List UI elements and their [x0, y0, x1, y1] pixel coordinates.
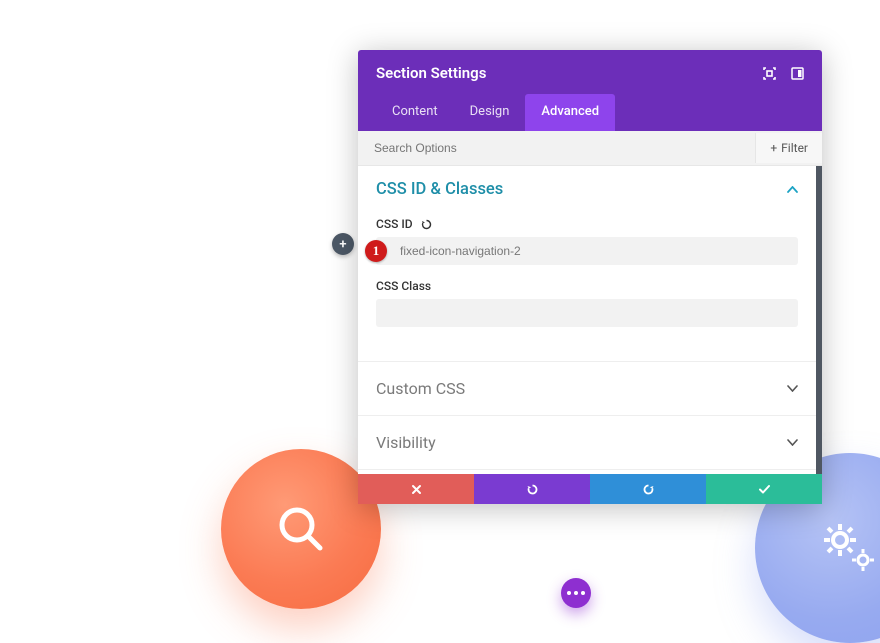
- bg-circle-search: [221, 449, 381, 609]
- css-id-input[interactable]: [376, 237, 798, 265]
- panel-mode-icon[interactable]: [790, 66, 804, 80]
- section-custom-css[interactable]: Custom CSS: [358, 361, 816, 415]
- section-visibility[interactable]: Visibility: [358, 415, 816, 469]
- panel-title: Section Settings: [376, 64, 486, 82]
- panel-header: Section Settings Content Design Advanced: [358, 50, 822, 131]
- tab-content[interactable]: Content: [376, 94, 454, 131]
- reset-icon[interactable]: [421, 219, 432, 230]
- redo-button[interactable]: [590, 474, 706, 504]
- undo-button[interactable]: [474, 474, 590, 504]
- section-title-text: Visibility: [376, 433, 436, 452]
- chevron-down-icon: [787, 385, 798, 392]
- close-icon: [411, 484, 422, 495]
- plus-icon: +: [339, 237, 346, 252]
- annotation-marker-1: 1: [365, 240, 387, 262]
- more-icon: [567, 591, 585, 595]
- css-class-label: CSS Class: [376, 279, 431, 293]
- section-title-text: CSS ID & Classes: [376, 180, 503, 199]
- plus-small-icon: +: [770, 141, 777, 155]
- search-icon: [273, 501, 329, 557]
- chevron-up-icon: [787, 186, 798, 193]
- search-row: + Filter: [358, 131, 822, 166]
- section-settings-panel: Section Settings Content Design Advanced…: [358, 50, 822, 504]
- gears-icon: [815, 518, 880, 578]
- section-css-id-classes: CSS ID & Classes CSS ID 1 CSS Class: [358, 166, 816, 361]
- add-section-button[interactable]: +: [332, 233, 354, 255]
- expand-icon[interactable]: [762, 66, 776, 80]
- save-button[interactable]: [706, 474, 822, 504]
- cancel-button[interactable]: [358, 474, 474, 504]
- chevron-down-icon: [787, 439, 798, 446]
- redo-icon: [642, 483, 655, 496]
- panel-footer: [358, 474, 822, 504]
- undo-icon: [526, 483, 539, 496]
- search-input[interactable]: [358, 131, 755, 165]
- tab-advanced[interactable]: Advanced: [525, 94, 615, 131]
- section-title-css-id-classes[interactable]: CSS ID & Classes: [376, 180, 798, 199]
- filter-button[interactable]: + Filter: [755, 133, 822, 163]
- tab-design[interactable]: Design: [454, 94, 526, 131]
- check-icon: [758, 484, 771, 495]
- css-id-label: CSS ID: [376, 217, 413, 231]
- panel-body[interactable]: CSS ID & Classes CSS ID 1 CSS Class: [358, 166, 822, 474]
- bg-circle-more: [561, 578, 591, 608]
- filter-label: Filter: [781, 141, 808, 155]
- section-title-text: Custom CSS: [376, 379, 465, 398]
- tabs: Content Design Advanced: [376, 94, 804, 131]
- css-class-input[interactable]: [376, 299, 798, 327]
